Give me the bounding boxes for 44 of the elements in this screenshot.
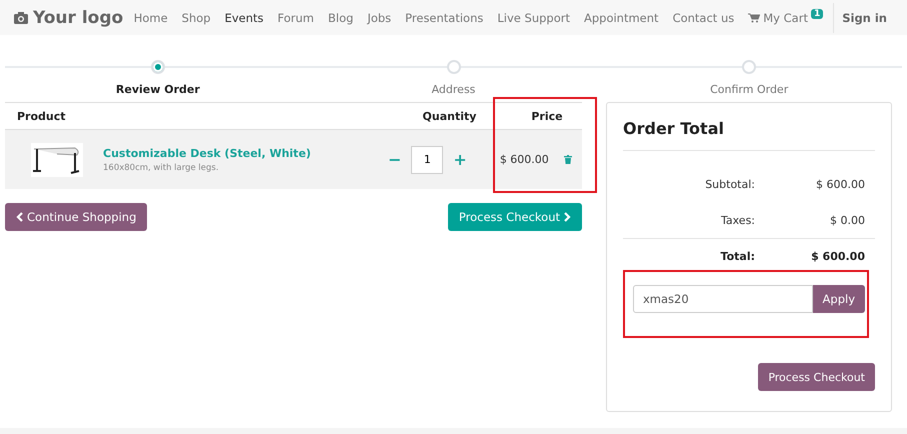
nav-link[interactable]: Blog xyxy=(328,10,354,24)
chevron-right-icon xyxy=(564,212,571,222)
column-header: Quantity xyxy=(422,110,478,122)
nav-link[interactable]: Appointment xyxy=(584,10,659,24)
nav-link[interactable]: Shop xyxy=(182,10,211,24)
cart-count-badge: 1 xyxy=(810,8,824,18)
apply-button[interactable]: Apply xyxy=(812,285,865,313)
chevron-left-icon xyxy=(16,212,23,222)
sign-in-link[interactable]: Sign in xyxy=(842,10,887,24)
card-title: Order Total xyxy=(623,119,875,151)
nav-link[interactable]: Presentations xyxy=(405,10,484,24)
nav-link[interactable]: Jobs xyxy=(367,10,392,24)
process-checkout-button[interactable]: Process Checkout xyxy=(758,363,875,391)
step-label: Review Order xyxy=(116,83,200,96)
column-header: Product xyxy=(16,110,67,122)
trash-icon[interactable] xyxy=(564,155,572,164)
increase-button[interactable]: + xyxy=(450,150,470,169)
total-label: Subtotal: xyxy=(704,178,755,190)
decrease-button[interactable]: − xyxy=(385,150,404,169)
total-value: $ 0.00 xyxy=(829,214,865,226)
price-text: $ 600.00 xyxy=(500,153,549,166)
desk-drawing xyxy=(31,142,83,176)
logo-text[interactable]: Your logo xyxy=(33,8,124,28)
total-value: $ 600.00 xyxy=(815,178,865,190)
total-value: $ 600.00 xyxy=(810,250,865,262)
nav-link[interactable]: Contact us xyxy=(672,10,734,24)
step-label: Confirm Order xyxy=(710,83,788,96)
total-label: Total: xyxy=(720,250,755,262)
total-label: Taxes: xyxy=(720,214,755,226)
step-label: Address xyxy=(432,83,476,96)
product-description: 160x80cm, with large legs. xyxy=(103,162,220,172)
product-link[interactable]: Customizable Desk (Steel, White) xyxy=(103,146,373,160)
quantity-field[interactable]: 1 xyxy=(411,146,444,174)
nav-link[interactable]: Live Support xyxy=(497,10,570,24)
column-header: Price xyxy=(530,110,564,122)
promo-code-field[interactable]: xmas20 xyxy=(633,285,813,313)
continue-shopping-button[interactable]: Continue Shopping xyxy=(5,203,148,231)
nav-link[interactable]: Home xyxy=(134,10,168,24)
process-checkout-button[interactable]: Process Checkout xyxy=(448,203,582,231)
nav-link[interactable]: Events xyxy=(224,10,264,24)
camera-icon xyxy=(14,11,28,24)
nav-link[interactable]: Forum xyxy=(278,10,314,24)
cart-icon xyxy=(748,12,760,22)
cart-link[interactable]: My Cart 1 xyxy=(748,10,824,24)
